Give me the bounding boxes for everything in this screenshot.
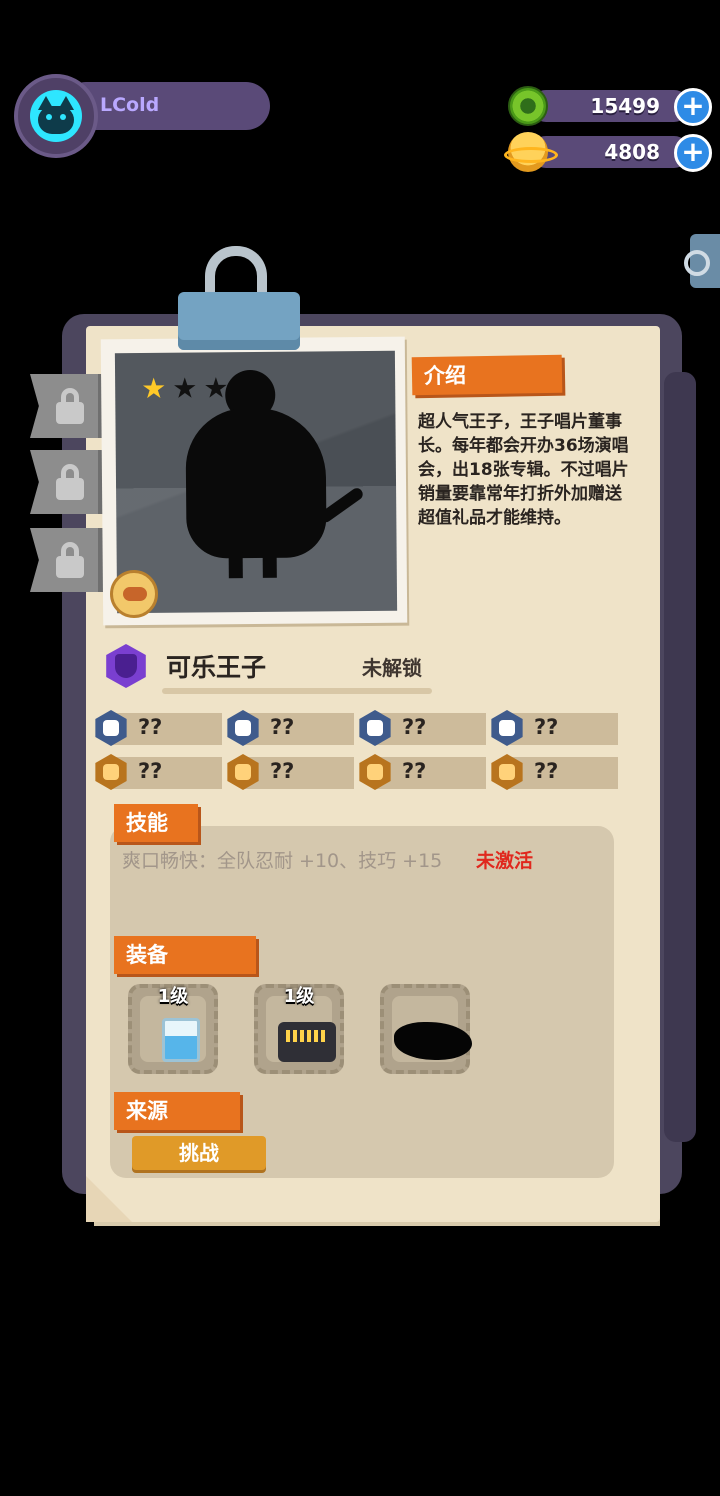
equipment-slot-2[interactable]: 1级 bbox=[254, 984, 344, 1074]
stat-item: ?? bbox=[226, 710, 354, 746]
cookie-badge-icon bbox=[110, 570, 158, 618]
add-green-button[interactable]: + bbox=[674, 88, 712, 126]
stat-item: ?? bbox=[358, 754, 486, 790]
locked-tab-1[interactable] bbox=[30, 374, 104, 438]
stat-item: ?? bbox=[490, 710, 618, 746]
player-name: LCold bbox=[100, 94, 160, 116]
locked-tab-2[interactable] bbox=[30, 450, 104, 514]
skill-state: 未激活 bbox=[476, 850, 534, 872]
equipment-level: 1级 bbox=[157, 986, 189, 1007]
currency-gold-value: 4808 bbox=[604, 140, 660, 164]
source-header: 来源 bbox=[114, 1092, 240, 1130]
stats-grid: ?? ?? ?? ?? ?? ?? ?? ?? bbox=[94, 710, 622, 790]
character-status: 未解锁 bbox=[362, 656, 422, 680]
side-tab-next[interactable] bbox=[684, 234, 720, 288]
stat-item: ?? bbox=[358, 710, 486, 746]
cup-icon bbox=[162, 1018, 200, 1062]
player-profile[interactable]: LCold bbox=[12, 74, 270, 158]
green-gem-icon bbox=[508, 86, 548, 126]
stat-item: ?? bbox=[94, 754, 222, 790]
lock-icon bbox=[56, 464, 84, 500]
gold-coin-icon bbox=[504, 132, 558, 172]
character-name: 可乐王子 bbox=[166, 653, 267, 682]
challenge-button[interactable]: 挑战 bbox=[132, 1136, 266, 1170]
lock-icon bbox=[56, 388, 84, 424]
stat-item: ?? bbox=[226, 754, 354, 790]
folder-edge bbox=[664, 372, 696, 1142]
currency-green: 15499 + bbox=[508, 86, 712, 126]
equipment-slot-1[interactable]: 1级 bbox=[128, 984, 218, 1074]
character-silhouette bbox=[185, 407, 327, 559]
equipment-header: 装备 bbox=[114, 936, 256, 974]
radio-icon bbox=[278, 1022, 336, 1062]
currency-green-value: 15499 bbox=[590, 94, 660, 118]
equipment-slot-3[interactable] bbox=[380, 984, 472, 1074]
star-rating: ★ ★ ★ bbox=[141, 371, 229, 405]
currency-gold: 4808 + bbox=[504, 132, 712, 172]
avatar bbox=[30, 90, 82, 142]
intro-text: 超人气王子，王子唱片董事长。每年都会开办36场演唱会，出18张专辑。不过唱片销量… bbox=[418, 412, 629, 528]
avatar-frame[interactable] bbox=[14, 74, 98, 158]
lock-icon bbox=[56, 542, 84, 578]
binder-clip-icon bbox=[178, 292, 300, 350]
stat-item: ?? bbox=[94, 710, 222, 746]
stat-item: ?? bbox=[490, 754, 618, 790]
skill-header: 技能 bbox=[114, 804, 198, 842]
star-empty-icon: ★ bbox=[203, 371, 229, 405]
add-gold-button[interactable]: + bbox=[674, 134, 712, 172]
star-empty-icon: ★ bbox=[172, 371, 198, 405]
equipment-level: 1级 bbox=[283, 986, 315, 1007]
locked-silhouette-icon bbox=[394, 1022, 472, 1060]
intro-header: 介绍 bbox=[411, 354, 563, 396]
skill-description: 爽口畅快：全队忍耐 +10、技巧 +15 bbox=[122, 850, 443, 872]
locked-tab-3[interactable] bbox=[30, 528, 104, 592]
star-filled-icon: ★ bbox=[141, 371, 167, 405]
